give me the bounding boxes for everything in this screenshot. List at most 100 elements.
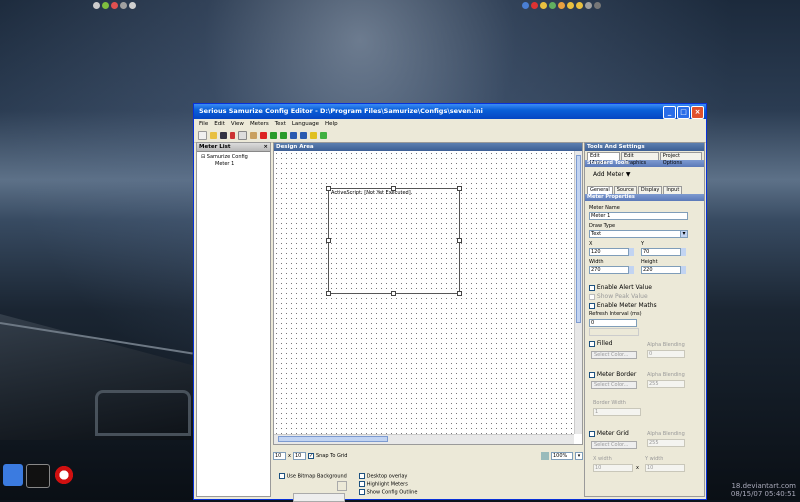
menu-language[interactable]: Language: [292, 119, 319, 129]
chevron-down-icon[interactable]: ▾: [575, 452, 583, 460]
y-input[interactable]: 70: [641, 248, 681, 256]
resize-handle[interactable]: [391, 186, 396, 191]
filled-alpha-input[interactable]: 0: [647, 350, 685, 358]
tab-display[interactable]: Display: [637, 186, 663, 194]
x-input[interactable]: 120: [589, 248, 629, 256]
arrow-left-icon[interactable]: [310, 132, 317, 139]
title-bar[interactable]: Serious Samurize Config Editor - D:\Prog…: [194, 104, 706, 119]
tray-icon[interactable]: [102, 2, 109, 9]
zoom-icon[interactable]: [541, 452, 549, 460]
highlight-meters-checkbox[interactable]: [359, 481, 365, 487]
menu-view[interactable]: View: [231, 119, 244, 129]
design-canvas[interactable]: ActiveScript: [Not Yet Executed]: [274, 151, 574, 434]
filled-select-color-button[interactable]: Select Color...: [591, 351, 637, 359]
tray-icon[interactable]: [576, 2, 583, 9]
tab-general[interactable]: General: [587, 186, 613, 194]
move-down-icon[interactable]: [290, 132, 297, 139]
border-alpha-input[interactable]: 255: [647, 380, 685, 388]
use-bitmap-background-option[interactable]: Use Bitmap Background: [279, 473, 347, 480]
filled-option[interactable]: Filled: [589, 340, 612, 347]
bitmap-select-button[interactable]: [293, 493, 345, 502]
cut-icon[interactable]: [230, 132, 235, 139]
meter-name-input[interactable]: Meter 1: [589, 212, 688, 220]
tray-icon[interactable]: [558, 2, 565, 9]
filled-checkbox[interactable]: [589, 340, 595, 347]
refresh-slider[interactable]: [589, 328, 639, 336]
border-width-input[interactable]: 1: [593, 408, 641, 416]
zoom-select[interactable]: 100%: [551, 452, 573, 460]
desktop-overlay-option[interactable]: Desktop overlay: [359, 473, 407, 480]
tab-input[interactable]: Input: [663, 186, 683, 194]
menu-help[interactable]: Help: [325, 119, 338, 129]
move-up-icon[interactable]: [280, 132, 287, 139]
use-bitmap-background-checkbox[interactable]: [279, 473, 285, 479]
move-bottom-icon[interactable]: [300, 132, 307, 139]
grid-y-input[interactable]: 10: [292, 452, 306, 460]
tray-icon[interactable]: [567, 2, 574, 9]
tray-icon[interactable]: [522, 2, 529, 9]
resize-handle[interactable]: [457, 291, 462, 296]
width-input[interactable]: 270: [589, 266, 629, 274]
close-icon[interactable]: ×: [263, 143, 268, 151]
tray-icon[interactable]: [531, 2, 538, 9]
tab-project-options[interactable]: Project Options: [659, 152, 702, 166]
enable-maths-checkbox[interactable]: [589, 302, 595, 309]
paste-icon[interactable]: [250, 132, 257, 139]
height-input[interactable]: 220: [641, 266, 681, 274]
y-spinner[interactable]: [681, 248, 686, 256]
height-spinner[interactable]: [681, 266, 686, 274]
tree-item-meter-1[interactable]: Meter 1: [201, 161, 266, 168]
tray-icon[interactable]: [594, 2, 601, 9]
close-button[interactable]: ×: [691, 106, 704, 119]
meter-grid-checkbox[interactable]: [589, 430, 595, 437]
chevron-down-icon[interactable]: ▾: [680, 230, 688, 238]
meter-grid-option[interactable]: Meter Grid: [589, 430, 629, 437]
show-config-outline-option[interactable]: Show Config Outline: [359, 489, 417, 496]
resize-handle[interactable]: [457, 186, 462, 191]
show-config-outline-checkbox[interactable]: [359, 489, 365, 495]
tray-icon[interactable]: [129, 2, 136, 9]
maximize-button[interactable]: □: [677, 106, 690, 119]
minimize-button[interactable]: _: [663, 106, 676, 119]
grid-select-color-button[interactable]: Select Color...: [591, 441, 637, 449]
tab-edit-meters[interactable]: Edit Meters: [587, 152, 621, 166]
new-icon[interactable]: [198, 131, 207, 140]
enable-alert-option[interactable]: Enable Alert Value: [589, 284, 652, 291]
enable-alert-checkbox[interactable]: [589, 284, 595, 291]
desktop-overlay-checkbox[interactable]: [359, 473, 365, 479]
vertical-scrollbar[interactable]: [574, 151, 582, 434]
open-icon[interactable]: [210, 132, 217, 139]
tray-icon[interactable]: [93, 2, 100, 9]
snap-to-grid-checkbox[interactable]: ✓: [307, 453, 314, 459]
border-select-color-button[interactable]: Select Color...: [591, 381, 637, 389]
vertical-scroll-thumb[interactable]: [576, 155, 581, 323]
tray-icon[interactable]: [549, 2, 556, 9]
grid-alpha-input[interactable]: 255: [647, 439, 685, 447]
opera-icon[interactable]: [54, 464, 74, 486]
notepad-icon[interactable]: [3, 464, 23, 486]
width-spinner[interactable]: [629, 266, 634, 274]
meter-border-option[interactable]: Meter Border: [589, 371, 636, 378]
highlight-meters-option[interactable]: Highlight Meters: [359, 481, 408, 488]
dropdown-arrow-icon[interactable]: ▼: [626, 171, 631, 178]
grid-y-width-input[interactable]: 10: [645, 464, 685, 472]
copy-icon[interactable]: [238, 131, 247, 140]
horizontal-scrollbar[interactable]: [274, 434, 574, 444]
resize-handle[interactable]: [326, 186, 331, 191]
tray-icon[interactable]: [585, 2, 592, 9]
refresh-interval-input[interactable]: 0: [589, 319, 637, 327]
resize-handle[interactable]: [391, 291, 396, 296]
grid-x-width-input[interactable]: 10: [593, 464, 633, 472]
delete-icon[interactable]: [260, 132, 267, 139]
enable-maths-option[interactable]: Enable Meter Maths: [589, 302, 657, 309]
grid-x-input[interactable]: 10: [273, 452, 286, 460]
menu-file[interactable]: File: [199, 119, 208, 129]
save-icon[interactable]: [220, 132, 227, 139]
tray-icon[interactable]: [120, 2, 127, 9]
x-spinner[interactable]: [629, 248, 634, 256]
meter-border-checkbox[interactable]: [589, 371, 595, 378]
arrow-right-icon[interactable]: [320, 132, 327, 139]
resize-handle[interactable]: [326, 291, 331, 296]
draw-type-select[interactable]: Text: [589, 230, 688, 238]
menu-edit[interactable]: Edit: [214, 119, 225, 129]
